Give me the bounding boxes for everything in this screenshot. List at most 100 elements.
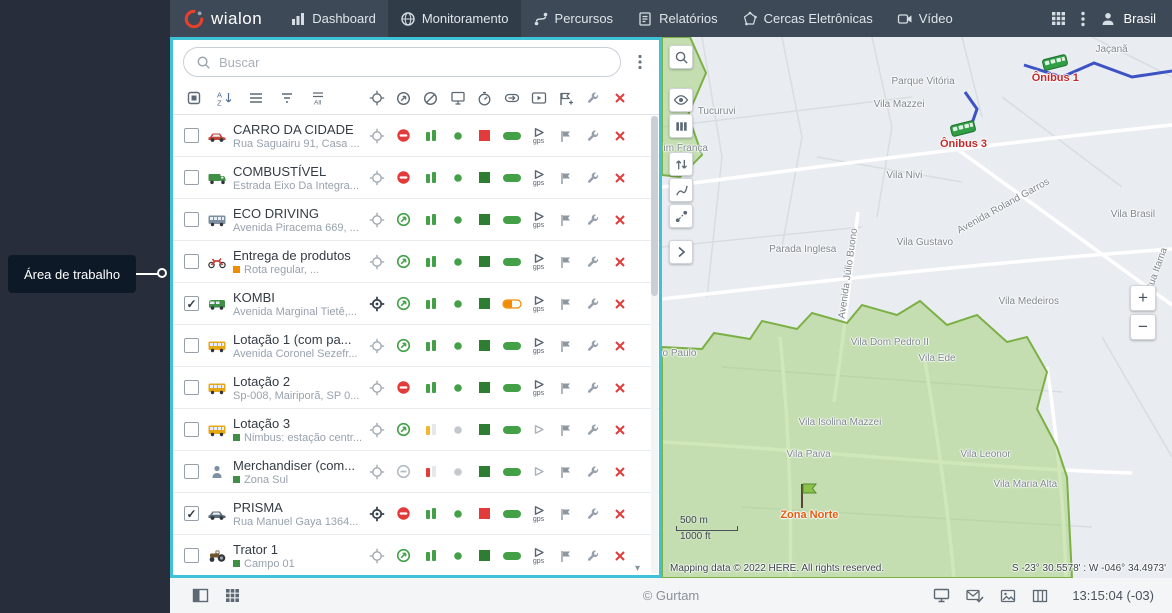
crosshair-icon[interactable] (363, 90, 390, 106)
image-icon[interactable] (1000, 589, 1016, 603)
unit-checkbox[interactable] (184, 254, 199, 269)
panel-toggle-icon[interactable] (192, 588, 209, 603)
unit-row[interactable]: COMBUSTÍVEL Estrada Eixo Da Integra... g… (173, 157, 659, 199)
sensor-pill-icon[interactable] (498, 505, 525, 523)
location-icon[interactable] (363, 253, 390, 271)
gauge-icon[interactable] (471, 90, 498, 106)
unit-info[interactable]: Lotação 2 Sp-008, Mairiporã, SP 0... (233, 374, 363, 402)
signal-bars-icon[interactable] (417, 422, 444, 438)
location-icon[interactable] (363, 127, 390, 145)
motion-state-icon[interactable] (390, 464, 417, 480)
motion-state-icon[interactable] (390, 505, 417, 523)
gps-data-icon[interactable]: gps (525, 337, 552, 355)
signal-bars-icon[interactable] (417, 464, 444, 480)
connection-dot-icon[interactable] (444, 422, 471, 438)
unit-row[interactable]: Trator 1 Campo 01 gps (173, 535, 659, 575)
unit-info[interactable]: Trator 1 Campo 01 (233, 542, 363, 570)
sensor-pill-icon[interactable] (498, 464, 525, 480)
state-square-icon[interactable] (471, 505, 498, 523)
wrench-icon[interactable] (579, 547, 606, 565)
flag-icon[interactable] (552, 169, 579, 187)
unit-info[interactable]: PRISMA Rua Manuel Gaya 1364... (233, 500, 363, 528)
eye-button[interactable] (669, 88, 693, 112)
state-square-icon[interactable] (471, 211, 498, 229)
delete-icon[interactable] (606, 295, 633, 313)
delete-icon[interactable] (606, 169, 633, 187)
motion-state-icon[interactable] (390, 169, 417, 187)
location-icon[interactable] (363, 505, 390, 523)
location-icon[interactable] (363, 211, 390, 229)
signal-bars-icon[interactable] (417, 505, 444, 523)
flag-icon[interactable] (552, 211, 579, 229)
gps-data-icon[interactable]: gps (525, 379, 552, 397)
wrench-icon[interactable] (579, 464, 606, 480)
unit-row[interactable]: ✓ PRISMA Rua Manuel Gaya 1364... gps (173, 493, 659, 535)
flag-icon[interactable] (552, 464, 579, 480)
motion-state-icon[interactable] (390, 337, 417, 355)
signal-bars-icon[interactable] (417, 253, 444, 271)
blocked-icon[interactable] (417, 90, 444, 106)
sensor-pill-icon[interactable] (498, 379, 525, 397)
apps-grid-icon[interactable] (225, 588, 240, 603)
wrench-icon[interactable] (579, 90, 606, 106)
swap-arrows-button[interactable] (669, 152, 693, 176)
unit-checkbox[interactable] (184, 548, 199, 563)
flag-icon[interactable] (552, 295, 579, 313)
connection-dot-icon[interactable] (444, 337, 471, 355)
delete-icon[interactable] (606, 127, 633, 145)
unit-checkbox[interactable] (184, 212, 199, 227)
unit-row[interactable]: ✓ KOMBI Avenida Marginal Tietê,... gps (173, 283, 659, 325)
unit-info[interactable]: Merchandiser (com... Zona Sul (233, 458, 363, 486)
delete-icon[interactable] (606, 505, 633, 523)
wialon-logo[interactable]: wialon (170, 0, 278, 37)
tab-reports[interactable]: Relatórios (625, 0, 730, 37)
state-square-icon[interactable] (471, 464, 498, 480)
monitor-icon[interactable] (933, 588, 950, 603)
gps-data-icon[interactable]: gps (525, 127, 552, 145)
map-unit-marker[interactable]: Ônibus 3 (940, 120, 987, 150)
unit-info[interactable]: COMBUSTÍVEL Estrada Eixo Da Integra... (233, 164, 363, 192)
scroll-down-icon[interactable]: ▾ (635, 563, 640, 574)
sensor-pill-icon[interactable] (498, 547, 525, 565)
panel-kebab-icon[interactable] (629, 54, 651, 70)
state-square-icon[interactable] (471, 379, 498, 397)
wrench-icon[interactable] (579, 295, 606, 313)
unit-info[interactable]: Lotação 3 Nimbus: estação centr... (233, 416, 363, 444)
gps-data-icon[interactable] (525, 464, 552, 480)
unit-row[interactable]: CARRO DA CIDADE Rua Saguairu 91, Casa ..… (173, 115, 659, 157)
gps-data-icon[interactable]: gps (525, 253, 552, 271)
sensor-pill-icon[interactable] (498, 211, 525, 229)
connection-dot-icon[interactable] (444, 295, 471, 313)
flag-icon[interactable] (552, 547, 579, 565)
connection-dot-icon[interactable] (444, 253, 471, 271)
state-square-icon[interactable] (471, 127, 498, 145)
location-icon[interactable] (363, 337, 390, 355)
unit-checkbox[interactable]: ✓ (184, 296, 199, 311)
wrench-icon[interactable] (579, 253, 606, 271)
state-square-icon[interactable] (471, 253, 498, 271)
layers-button[interactable] (669, 114, 693, 138)
flag-icon[interactable] (552, 337, 579, 355)
wrench-icon[interactable] (579, 169, 606, 187)
motion-state-icon[interactable] (390, 379, 417, 397)
scrollbar[interactable] (651, 116, 658, 573)
connection-dot-icon[interactable] (444, 505, 471, 523)
user-menu[interactable]: Brasil (1100, 11, 1156, 27)
unit-row[interactable]: Lotação 1 (com pa... Avenida Coronel Sez… (173, 325, 659, 367)
delete-icon[interactable] (606, 253, 633, 271)
unit-checkbox[interactable] (184, 170, 199, 185)
wrench-icon[interactable] (579, 127, 606, 145)
geofence-flag-marker[interactable]: Zona Norte (780, 481, 838, 521)
flag-icon[interactable] (552, 127, 579, 145)
sensor-pill-icon[interactable] (498, 295, 525, 313)
unit-checkbox[interactable] (184, 128, 199, 143)
connection-dot-icon[interactable] (444, 127, 471, 145)
filter-all-icon[interactable]: All (307, 90, 329, 106)
wrench-icon[interactable] (579, 379, 606, 397)
wrench-icon[interactable] (579, 505, 606, 523)
search-box[interactable] (183, 47, 621, 77)
zoom-in-button[interactable]: + (1130, 285, 1156, 311)
motion-state-icon[interactable] (390, 211, 417, 229)
unit-info[interactable]: KOMBI Avenida Marginal Tietê,... (233, 290, 363, 318)
signal-bars-icon[interactable] (417, 547, 444, 565)
